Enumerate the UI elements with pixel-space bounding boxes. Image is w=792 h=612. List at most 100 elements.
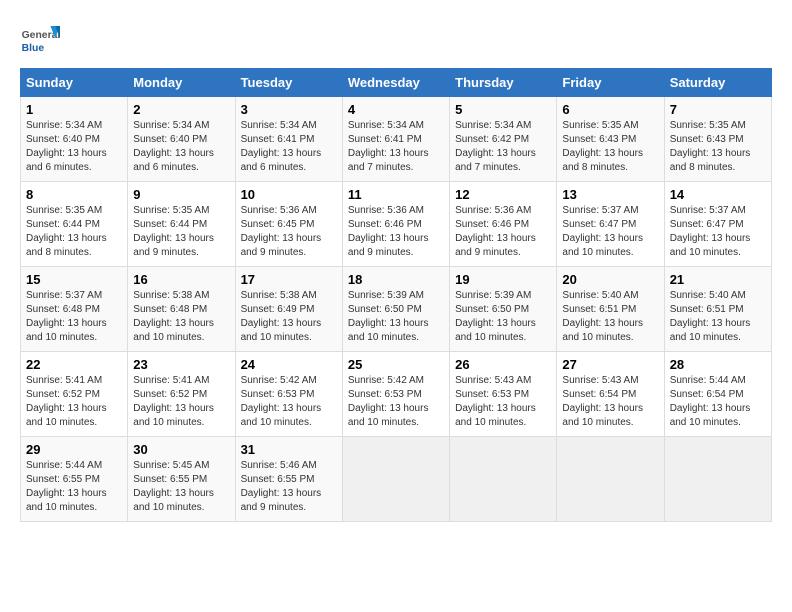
day-info: Sunrise: 5:44 AM Sunset: 6:54 PM Dayligh… (670, 374, 766, 430)
header-saturday: Saturday (664, 69, 771, 97)
day-info: Sunrise: 5:37 AM Sunset: 6:47 PM Dayligh… (562, 204, 658, 260)
day-cell: 6 Sunrise: 5:35 AM Sunset: 6:43 PM Daylig… (557, 97, 664, 182)
day-cell (450, 437, 557, 522)
day-info: Sunrise: 5:36 AM Sunset: 6:45 PM Dayligh… (241, 204, 337, 260)
day-cell: 10 Sunrise: 5:36 AM Sunset: 6:45 PM Dayli… (235, 182, 342, 267)
day-cell: 16 Sunrise: 5:38 AM Sunset: 6:48 PM Dayli… (128, 267, 235, 352)
day-number: 9 (133, 187, 229, 202)
day-number: 17 (241, 272, 337, 287)
day-info: Sunrise: 5:40 AM Sunset: 6:51 PM Dayligh… (670, 289, 766, 345)
day-number: 8 (26, 187, 122, 202)
day-info: Sunrise: 5:34 AM Sunset: 6:41 PM Dayligh… (241, 119, 337, 175)
day-info: Sunrise: 5:34 AM Sunset: 6:40 PM Dayligh… (26, 119, 122, 175)
header-thursday: Thursday (450, 69, 557, 97)
day-number: 14 (670, 187, 766, 202)
day-cell: 19 Sunrise: 5:39 AM Sunset: 6:50 PM Dayli… (450, 267, 557, 352)
day-cell: 29 Sunrise: 5:44 AM Sunset: 6:55 PM Dayli… (21, 437, 128, 522)
day-number: 6 (562, 102, 658, 117)
day-cell: 18 Sunrise: 5:39 AM Sunset: 6:50 PM Dayli… (342, 267, 449, 352)
day-info: Sunrise: 5:46 AM Sunset: 6:55 PM Dayligh… (241, 459, 337, 515)
day-cell: 15Sunrise: 5:37 AM Sunset: 6:48 PM Dayli… (21, 267, 128, 352)
day-info: Sunrise: 5:42 AM Sunset: 6:53 PM Dayligh… (241, 374, 337, 430)
week-row-1: 1 Sunrise: 5:34 AM Sunset: 6:40 PM Daylig… (21, 97, 772, 182)
day-cell (557, 437, 664, 522)
calendar-header-row: SundayMondayTuesdayWednesdayThursdayFrid… (21, 69, 772, 97)
week-row-4: 22 Sunrise: 5:41 AM Sunset: 6:52 PM Dayli… (21, 352, 772, 437)
day-number: 29 (26, 442, 122, 457)
header-monday: Monday (128, 69, 235, 97)
day-cell: 28 Sunrise: 5:44 AM Sunset: 6:54 PM Dayli… (664, 352, 771, 437)
day-info: Sunrise: 5:34 AM Sunset: 6:41 PM Dayligh… (348, 119, 444, 175)
day-cell: 2 Sunrise: 5:34 AM Sunset: 6:40 PM Daylig… (128, 97, 235, 182)
day-cell: 9 Sunrise: 5:35 AM Sunset: 6:44 PM Daylig… (128, 182, 235, 267)
day-number: 2 (133, 102, 229, 117)
header-wednesday: Wednesday (342, 69, 449, 97)
day-number: 13 (562, 187, 658, 202)
day-cell: 12 Sunrise: 5:36 AM Sunset: 6:46 PM Dayli… (450, 182, 557, 267)
calendar-body: 1 Sunrise: 5:34 AM Sunset: 6:40 PM Daylig… (21, 97, 772, 522)
day-number: 25 (348, 357, 444, 372)
day-cell: 25 Sunrise: 5:42 AM Sunset: 6:53 PM Dayli… (342, 352, 449, 437)
day-info: Sunrise: 5:35 AM Sunset: 6:43 PM Dayligh… (562, 119, 658, 175)
day-number: 4 (348, 102, 444, 117)
page-header: General Blue (20, 20, 772, 60)
day-cell: 14 Sunrise: 5:37 AM Sunset: 6:47 PM Dayli… (664, 182, 771, 267)
calendar-table: SundayMondayTuesdayWednesdayThursdayFrid… (20, 68, 772, 522)
header-friday: Friday (557, 69, 664, 97)
day-info: Sunrise: 5:34 AM Sunset: 6:42 PM Dayligh… (455, 119, 551, 175)
day-info: Sunrise: 5:45 AM Sunset: 6:55 PM Dayligh… (133, 459, 229, 515)
day-info: Sunrise: 5:41 AM Sunset: 6:52 PM Dayligh… (26, 374, 122, 430)
day-number: 18 (348, 272, 444, 287)
day-number: 20 (562, 272, 658, 287)
day-info: Sunrise: 5:38 AM Sunset: 6:49 PM Dayligh… (241, 289, 337, 345)
day-number: 22 (26, 357, 122, 372)
day-cell: 24 Sunrise: 5:42 AM Sunset: 6:53 PM Dayli… (235, 352, 342, 437)
day-number: 24 (241, 357, 337, 372)
day-number: 19 (455, 272, 551, 287)
day-cell: 22 Sunrise: 5:41 AM Sunset: 6:52 PM Dayli… (21, 352, 128, 437)
day-number: 23 (133, 357, 229, 372)
day-info: Sunrise: 5:42 AM Sunset: 6:53 PM Dayligh… (348, 374, 444, 430)
day-info: Sunrise: 5:43 AM Sunset: 6:53 PM Dayligh… (455, 374, 551, 430)
day-number: 10 (241, 187, 337, 202)
week-row-3: 15Sunrise: 5:37 AM Sunset: 6:48 PM Dayli… (21, 267, 772, 352)
logo: General Blue (20, 20, 64, 60)
day-cell: 23 Sunrise: 5:41 AM Sunset: 6:52 PM Dayli… (128, 352, 235, 437)
day-cell: 13 Sunrise: 5:37 AM Sunset: 6:47 PM Dayli… (557, 182, 664, 267)
day-number: 30 (133, 442, 229, 457)
day-info: Sunrise: 5:38 AM Sunset: 6:48 PM Dayligh… (133, 289, 229, 345)
day-number: 28 (670, 357, 766, 372)
day-info: Sunrise: 5:43 AM Sunset: 6:54 PM Dayligh… (562, 374, 658, 430)
day-info: Sunrise: 5:36 AM Sunset: 6:46 PM Dayligh… (348, 204, 444, 260)
day-cell: 3 Sunrise: 5:34 AM Sunset: 6:41 PM Daylig… (235, 97, 342, 182)
day-number: 7 (670, 102, 766, 117)
header-tuesday: Tuesday (235, 69, 342, 97)
day-cell: 5 Sunrise: 5:34 AM Sunset: 6:42 PM Daylig… (450, 97, 557, 182)
day-cell: 26Sunrise: 5:43 AM Sunset: 6:53 PM Dayli… (450, 352, 557, 437)
day-cell: 17 Sunrise: 5:38 AM Sunset: 6:49 PM Dayli… (235, 267, 342, 352)
day-number: 12 (455, 187, 551, 202)
day-number: 3 (241, 102, 337, 117)
day-info: Sunrise: 5:34 AM Sunset: 6:40 PM Dayligh… (133, 119, 229, 175)
day-info: Sunrise: 5:35 AM Sunset: 6:44 PM Dayligh… (133, 204, 229, 260)
day-number: 11 (348, 187, 444, 202)
header-sunday: Sunday (21, 69, 128, 97)
day-info: Sunrise: 5:39 AM Sunset: 6:50 PM Dayligh… (348, 289, 444, 345)
day-number: 16 (133, 272, 229, 287)
day-info: Sunrise: 5:35 AM Sunset: 6:43 PM Dayligh… (670, 119, 766, 175)
day-cell: 7 Sunrise: 5:35 AM Sunset: 6:43 PM Daylig… (664, 97, 771, 182)
day-info: Sunrise: 5:41 AM Sunset: 6:52 PM Dayligh… (133, 374, 229, 430)
day-cell: 27 Sunrise: 5:43 AM Sunset: 6:54 PM Dayli… (557, 352, 664, 437)
day-info: Sunrise: 5:36 AM Sunset: 6:46 PM Dayligh… (455, 204, 551, 260)
day-info: Sunrise: 5:37 AM Sunset: 6:48 PM Dayligh… (26, 289, 122, 345)
day-cell: 11 Sunrise: 5:36 AM Sunset: 6:46 PM Dayli… (342, 182, 449, 267)
day-number: 1 (26, 102, 122, 117)
day-cell: 1 Sunrise: 5:34 AM Sunset: 6:40 PM Daylig… (21, 97, 128, 182)
day-cell (664, 437, 771, 522)
day-info: Sunrise: 5:44 AM Sunset: 6:55 PM Dayligh… (26, 459, 122, 515)
day-info: Sunrise: 5:39 AM Sunset: 6:50 PM Dayligh… (455, 289, 551, 345)
day-cell (342, 437, 449, 522)
day-number: 5 (455, 102, 551, 117)
day-info: Sunrise: 5:37 AM Sunset: 6:47 PM Dayligh… (670, 204, 766, 260)
day-number: 27 (562, 357, 658, 372)
